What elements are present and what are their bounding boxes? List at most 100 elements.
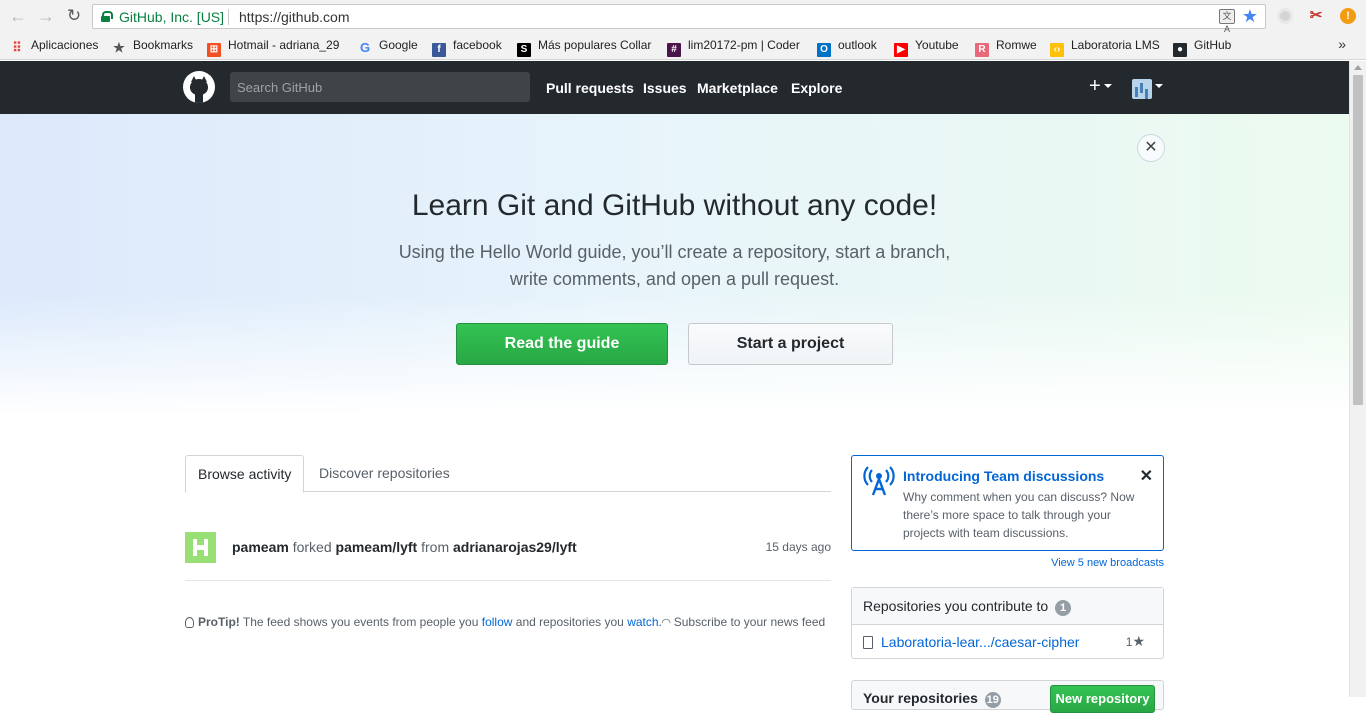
github-header: Pull requests Issues Marketplace Explore… [0, 61, 1349, 114]
search-input[interactable] [230, 72, 530, 102]
contributed-repos-header: Repositories you contribute to 1 [852, 588, 1163, 625]
bookmark-label: Youtube [915, 38, 959, 52]
more-bookmarks-icon[interactable]: » [1338, 36, 1346, 52]
address-bar[interactable]: GitHub, Inc. [US] https://github.com 文A … [92, 4, 1266, 34]
bookmark-github[interactable]: ● GitHub [1173, 37, 1231, 57]
scroll-thumb[interactable] [1353, 75, 1363, 405]
rss-icon: ◜◝ [661, 617, 671, 629]
bookmark-outlook[interactable]: Ooutlook [817, 37, 877, 57]
site-identity: GitHub, Inc. [US] [119, 9, 225, 25]
protip-label: ProTip! [198, 615, 240, 629]
contributed-repos-title: Repositories you contribute to [863, 598, 1049, 614]
nav-explore[interactable]: Explore [791, 80, 842, 96]
protip: ProTip! The feed shows you events from p… [185, 615, 831, 629]
scroll-up-arrow-icon[interactable] [1354, 65, 1362, 70]
github-icon: ● [1173, 43, 1187, 57]
slack-icon: # [667, 43, 681, 57]
contributed-repo-link[interactable]: Laboratoria-lear.../caesar-cipher [863, 634, 1079, 650]
chrome-menu-alert-icon[interactable]: ! [1340, 8, 1356, 24]
bookmark-label: Google [379, 38, 418, 52]
bookmark-aplicaciones[interactable]: ⠿ Aplicaciones [10, 37, 98, 55]
feed-item-text: pameam forked pameam/lyft from adrianaro… [232, 539, 577, 555]
bookmark-label: outlook [838, 38, 877, 52]
your-repos-label: Your repositories [863, 690, 978, 706]
feed-source-link[interactable]: adrianarojas29/lyft [453, 539, 577, 555]
identicon-avatar[interactable] [185, 532, 216, 563]
watch-link[interactable]: watch. [627, 615, 662, 629]
bookmark-google[interactable]: G Google [358, 37, 418, 55]
youtube-icon: ▶ [894, 43, 908, 57]
new-repository-button[interactable]: New repository [1050, 685, 1155, 713]
protip-text-2: and repositories you [515, 615, 624, 629]
google-icon: G [359, 40, 371, 55]
bookmark-hotmail-adriana-29[interactable]: ⊞ Hotmail - adriana_29 [207, 37, 339, 57]
feed-item: pameam forked pameam/lyft from adrianaro… [185, 530, 831, 581]
bookmark-label: Aplicaciones [31, 38, 99, 52]
reload-icon[interactable]: ↻ [64, 6, 84, 26]
broadcast-title-link[interactable]: Introducing Team discussions [903, 468, 1104, 484]
bookmark-label: lim20172-pm | Coder [688, 38, 800, 52]
bookmark-romwe[interactable]: R Romwe [975, 37, 1037, 57]
banner-description: Using the Hello World guide, you’ll crea… [0, 239, 1349, 293]
close-banner-icon[interactable]: ✕ [1137, 134, 1165, 162]
facebook-icon: f [432, 43, 446, 57]
broadcast-icon [863, 466, 895, 496]
broadcast-body: Why comment when you can discuss? Now th… [903, 490, 1135, 540]
feed-from: from [421, 539, 450, 555]
banner-text-line-1: Using the Hello World guide, you’ll crea… [398, 242, 951, 262]
tab-discover-repositories[interactable]: Discover repositories [307, 455, 462, 492]
feed-actor-link[interactable]: pameam [232, 539, 289, 555]
close-broadcast-icon[interactable]: ✕ [1140, 466, 1153, 486]
page-scrollbar[interactable] [1349, 61, 1366, 697]
laboratoria-icon: ‹› [1050, 43, 1064, 57]
view-broadcasts-link[interactable]: View 5 new broadcasts [851, 557, 1164, 569]
broadcast-card: Introducing Team discussions Why comment… [851, 455, 1164, 551]
tab-browse-activity[interactable]: Browse activity [185, 455, 305, 493]
start-a-project-button[interactable]: Start a project [688, 323, 893, 365]
lock-icon [101, 11, 113, 22]
extension-scissors-icon[interactable]: ✂ [1308, 8, 1324, 24]
contributed-count-badge: 1 [1055, 600, 1072, 616]
url-separator [228, 9, 229, 25]
extension-circle-icon[interactable] [1277, 8, 1293, 24]
bookmark-m-s-populares-collar[interactable]: S Más populares Collar [517, 37, 651, 57]
bookmark-lim20172-pm-coder[interactable]: # lim20172-pm | Coder [667, 37, 800, 57]
outlook-icon: O [817, 43, 831, 57]
bookmark-label: Más populares Collar [538, 38, 652, 52]
dashboard-tabs: Browse activity Discover repositories [185, 455, 831, 493]
forward-arrow-icon[interactable]: → [36, 6, 56, 26]
bookmark-label: Bookmarks [133, 38, 194, 52]
protip-text-1: The feed shows you events from people yo… [242, 615, 479, 629]
translate-icon[interactable]: 文A [1219, 9, 1235, 34]
feed-repo-link[interactable]: pameam/lyft [336, 539, 418, 555]
bookmark-facebook[interactable]: f facebook [432, 37, 502, 57]
bookmark-star-icon[interactable]: ★ [1242, 6, 1258, 27]
lightbulb-icon [185, 617, 194, 628]
repo-book-icon [863, 636, 873, 649]
star-icon: ★ [113, 40, 125, 55]
feed-action: forked [292, 539, 332, 555]
github-logo-icon[interactable] [183, 71, 215, 103]
bookmark-laboratoria-lms[interactable]: ‹› Laboratoria LMS [1050, 37, 1160, 57]
apps-grid-icon: ⠿ [12, 40, 22, 55]
bookmarks-bar: ⠿ Aplicaciones ★ Bookmarks ⊞ Hotmail - adrian… [0, 35, 1366, 57]
create-new-dropdown[interactable]: + [1089, 76, 1112, 96]
url-text[interactable]: https://github.com [239, 9, 350, 25]
back-arrow-icon[interactable]: ← [8, 6, 28, 26]
nav-pull-requests[interactable]: Pull requests [546, 80, 634, 96]
bookmark-bookmarks[interactable]: ★ Bookmarks [112, 37, 193, 55]
nav-issues[interactable]: Issues [643, 80, 687, 96]
bookmark-youtube[interactable]: ▶ Youtube [894, 37, 959, 57]
follow-link[interactable]: follow [482, 615, 513, 629]
subscribe-feed-link[interactable]: Subscribe to your news feed [674, 615, 825, 629]
user-menu-dropdown[interactable] [1132, 79, 1163, 99]
romwe-icon: R [975, 43, 989, 57]
contributed-repo-name[interactable]: Laboratoria-lear.../caesar-cipher [881, 634, 1079, 650]
caret-down-icon [1103, 84, 1112, 88]
bookmark-label: GitHub [1194, 38, 1232, 52]
your-repos-count-badge: 19 [984, 692, 1001, 708]
bookmark-label: Romwe [996, 38, 1037, 52]
read-the-guide-button[interactable]: Read the guide [456, 323, 668, 365]
contributed-repos-box: Repositories you contribute to 1 Laborat… [851, 587, 1164, 659]
nav-marketplace[interactable]: Marketplace [697, 80, 778, 96]
